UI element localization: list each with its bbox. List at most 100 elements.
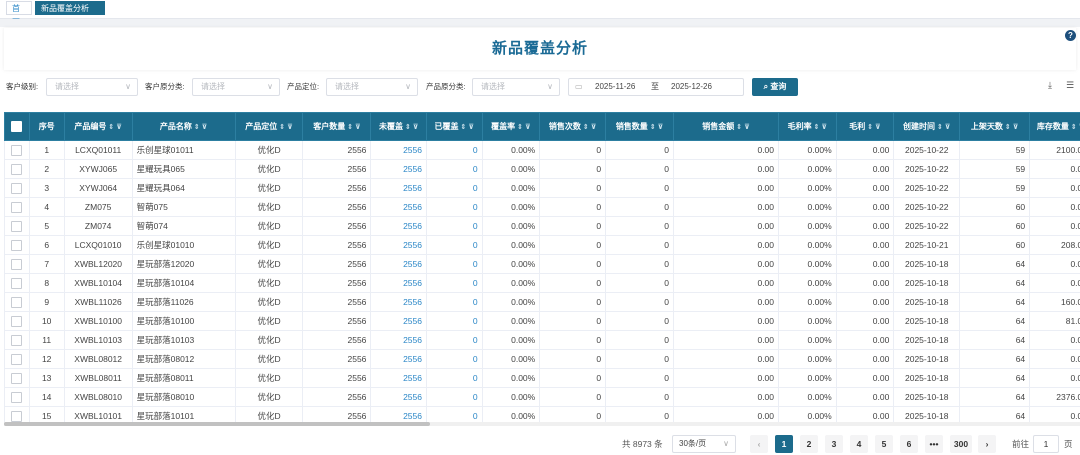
date-range-picker[interactable]: ▭ 2025-11-26 至 2025-12-26 [568,78,744,96]
row-checkbox[interactable] [4,159,30,179]
column-header[interactable]: 产品名称 ⇕ ⊽ [131,112,236,141]
table-row[interactable]: 10 XWBL10100 星玩部落10100 优化D 2556 2556 0 0.00% 0 0 0… [4,311,1080,331]
cell-covered-count[interactable]: 0 [426,387,483,407]
table-row[interactable]: 3 XYWJ064 星耀玩具064 优化D 2556 2556 0 0.00% 0 0 0.00 0.… [4,178,1080,198]
cell-covered-count[interactable]: 0 [426,406,483,422]
column-header[interactable]: 未覆盖 ⇕ ⊽ [370,112,427,141]
page-button[interactable]: 6 [900,435,918,453]
column-settings-icon[interactable]: ☰ [1066,80,1074,91]
sort-filter-icon[interactable]: ⇕ ⊽ [1071,124,1080,131]
tab-new-product-coverage[interactable]: 新品覆盖分析× [35,1,105,27]
cell-covered-count[interactable]: 0 [426,140,483,160]
horizontal-scrollbar[interactable] [4,422,1080,426]
page-size-select[interactable]: 30条/页 ∨ [672,435,736,453]
row-checkbox[interactable] [4,273,30,293]
cell-uncovered-count[interactable]: 2556 [370,387,427,407]
column-header[interactable]: 创建时间 ⇕ ⊽ [893,112,961,141]
select-all-checkbox[interactable] [4,112,30,141]
cell-uncovered-count[interactable]: 2556 [370,140,427,160]
cell-covered-count[interactable]: 0 [426,235,483,255]
page-button[interactable]: 4 [850,435,868,453]
row-checkbox[interactable] [4,349,30,369]
tab-home[interactable]: 首页 [6,1,32,27]
column-header[interactable]: 销售数量 ⇕ ⊽ [605,112,675,141]
table-row[interactable]: 7 XWBL12020 星玩部落12020 优化D 2556 2556 0 0.00% 0 0 0.… [4,254,1080,274]
sort-filter-icon[interactable]: ⇕ ⊽ [650,124,664,131]
column-header[interactable]: 客户数量 ⇕ ⊽ [302,112,372,141]
customer-category-select[interactable]: 请选择 ∨ [192,78,280,96]
table-row[interactable]: 6 LCXQ01010 乐创星球01010 优化D 2556 2556 0 0.00% 0 0 0.… [4,235,1080,255]
row-checkbox[interactable] [4,197,30,217]
sort-filter-icon[interactable]: ⇕ ⊽ [867,124,881,131]
table-row[interactable]: 11 XWBL10103 星玩部落10103 优化D 2556 2556 0 0.00% 0 0 0… [4,330,1080,350]
row-checkbox[interactable] [4,292,30,312]
cell-uncovered-count[interactable]: 2556 [370,292,427,312]
cell-covered-count[interactable]: 0 [426,178,483,198]
row-checkbox[interactable] [4,235,30,255]
sort-filter-icon[interactable]: ⇕ ⊽ [194,124,208,131]
page-button[interactable]: 5 [875,435,893,453]
cell-uncovered-count[interactable]: 2556 [370,216,427,236]
column-header[interactable]: 库存数量⇕ ⊽ [1029,112,1080,141]
column-header[interactable]: 毛利 ⇕ ⊽ [835,112,895,141]
table-row[interactable]: 14 XWBL08010 星玩部落08010 优化D 2556 2556 0 0.00% 0 0 0… [4,387,1080,407]
table-row[interactable]: 8 XWBL10104 星玩部落10104 优化D 2556 2556 0 0.00% 0 0 0.… [4,273,1080,293]
sort-filter-icon[interactable]: ⇕ ⊽ [405,124,419,131]
table-row[interactable]: 9 XWBL11026 星玩部落11026 优化D 2556 2556 0 0.00% 0 0 0.… [4,292,1080,312]
cell-uncovered-count[interactable]: 2556 [370,311,427,331]
cell-uncovered-count[interactable]: 2556 [370,197,427,217]
date-start[interactable]: 2025-11-26 [595,79,635,95]
column-header[interactable]: 覆盖率 ⇕ ⊽ [481,112,541,141]
table-row[interactable]: 4 ZM075 智萌075 优化D 2556 2556 0 0.00% 0 0 0.00 0.00% 0… [4,197,1080,217]
cell-uncovered-count[interactable]: 2556 [370,368,427,388]
row-checkbox[interactable] [4,140,30,160]
column-header[interactable]: 产品定位 ⇕ ⊽ [234,112,304,141]
row-checkbox[interactable] [4,330,30,350]
table-row[interactable]: 12 XWBL08012 星玩部落08012 优化D 2556 2556 0 0.00% 0 0 0… [4,349,1080,369]
column-header[interactable]: 销售次数 ⇕ ⊽ [539,112,607,141]
table-row[interactable]: 2 XYWJ065 星耀玩具065 优化D 2556 2556 0 0.00% 0 0 0.00 0.… [4,159,1080,179]
page-button[interactable]: 300 [950,435,972,453]
cell-uncovered-count[interactable]: 2556 [370,406,427,422]
cell-covered-count[interactable]: 0 [426,254,483,274]
cell-covered-count[interactable]: 0 [426,311,483,331]
cell-uncovered-count[interactable]: 2556 [370,159,427,179]
goto-page-input[interactable]: 1 [1033,435,1059,453]
sort-filter-icon[interactable]: ⇕ ⊽ [279,124,293,131]
cell-uncovered-count[interactable]: 2556 [370,235,427,255]
column-header[interactable]: 已覆盖 ⇕ ⊽ [426,112,483,141]
customer-level-select[interactable]: 请选择 ∨ [46,78,138,96]
cell-covered-count[interactable]: 0 [426,368,483,388]
cell-covered-count[interactable]: 0 [426,349,483,369]
prev-page-button[interactable]: ‹ [750,435,768,453]
page-button[interactable]: 1 [775,435,793,453]
page-button[interactable]: 2 [800,435,818,453]
cell-uncovered-count[interactable]: 2556 [370,273,427,293]
cell-covered-count[interactable]: 0 [426,216,483,236]
table-row[interactable]: 5 ZM074 智萌074 优化D 2556 2556 0 0.00% 0 0 0.00 0.00% 0… [4,216,1080,236]
table-row[interactable]: 1 LCXQ01011 乐创星球01011 优化D 2556 2556 0 0.00% 0 0 0.… [4,140,1080,160]
more-pages-button[interactable]: ••• [925,435,943,453]
column-header[interactable]: 毛利率 ⇕ ⊽ [778,112,837,141]
column-header[interactable]: 序号 [28,112,65,141]
row-checkbox[interactable] [4,406,30,422]
cell-covered-count[interactable]: 0 [426,292,483,312]
row-checkbox[interactable] [4,178,30,198]
query-button[interactable]: ⌕ 查询 [752,78,798,96]
date-end[interactable]: 2025-12-26 [671,79,712,95]
cell-uncovered-count[interactable]: 2556 [370,178,427,198]
row-checkbox[interactable] [4,311,30,331]
sort-filter-icon[interactable]: ⇕ ⊽ [347,124,361,131]
row-checkbox[interactable] [4,216,30,236]
row-checkbox[interactable] [4,368,30,388]
sort-filter-icon[interactable]: ⇕ ⊽ [937,124,951,131]
help-icon[interactable]: ? [1065,30,1076,41]
product-position-select[interactable]: 请选择 ∨ [326,78,418,96]
sort-filter-icon[interactable]: ⇕ ⊽ [517,124,531,131]
cell-covered-count[interactable]: 0 [426,273,483,293]
scrollbar-thumb[interactable] [4,422,430,426]
sort-filter-icon[interactable]: ⇕ ⊽ [736,124,750,131]
next-page-button[interactable]: › [978,435,996,453]
cell-covered-count[interactable]: 0 [426,159,483,179]
page-button[interactable]: 3 [825,435,843,453]
